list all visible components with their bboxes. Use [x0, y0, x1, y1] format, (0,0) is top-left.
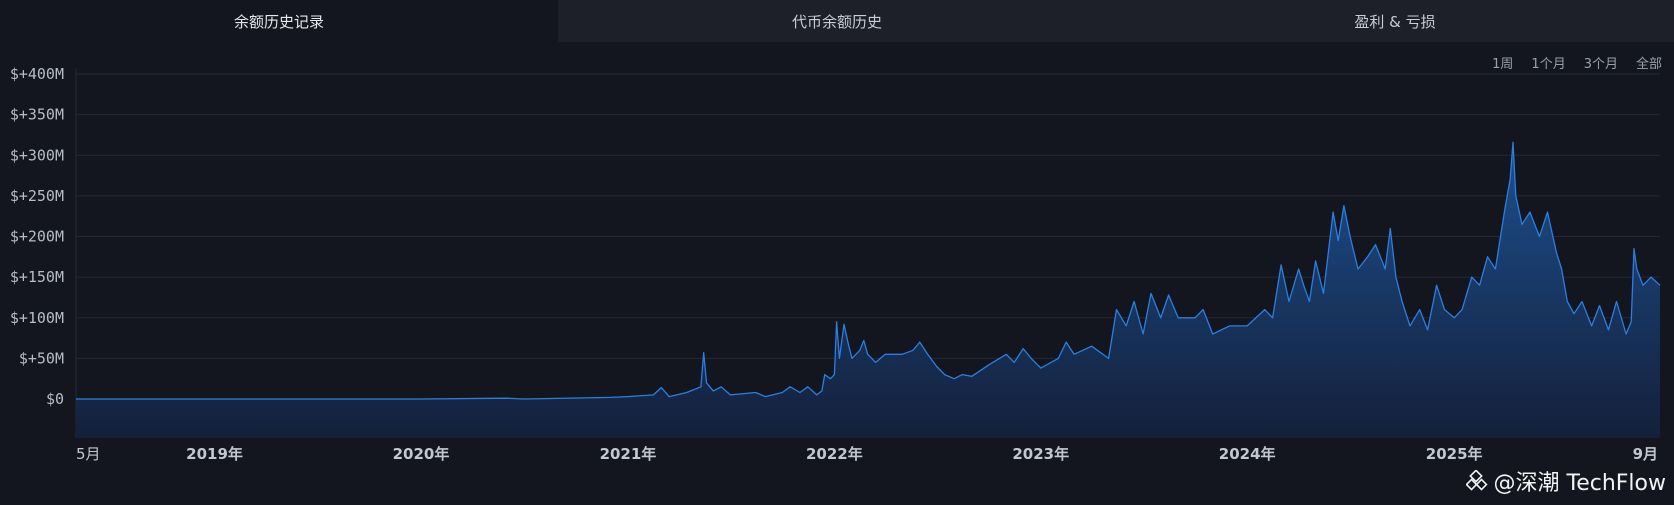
x-tick-label: 9月	[1633, 445, 1658, 463]
techflow-logo-icon	[1465, 470, 1488, 491]
y-tick-label: $+300M	[10, 146, 64, 164]
x-tick-label: 2020年	[393, 445, 450, 463]
balance-area	[76, 142, 1660, 439]
y-tick-label: $+350M	[10, 106, 64, 124]
y-tick-label: $+400M	[10, 65, 64, 83]
watermark-text: @深潮 TechFlow	[1493, 471, 1667, 496]
y-tick-label: $+200M	[10, 228, 64, 246]
y-tick-label: $+150M	[10, 268, 64, 286]
y-axis: $0 $+50M $+100M $+150M $+200M $+250M $+300M $+3…	[10, 65, 64, 408]
x-axis: 5月 2019年 2020年 2021年 2022年 2023年 2024年 2025年 9月	[76, 445, 1658, 463]
y-tick-label: $+50M	[19, 349, 64, 367]
x-tick-label: 2022年	[806, 445, 863, 463]
x-tick-label: 2023年	[1012, 445, 1069, 463]
y-tick-label: $0	[46, 390, 64, 408]
x-tick-label: 2024年	[1219, 445, 1276, 463]
series-balance	[76, 141, 1661, 439]
x-tick-label: 2019年	[186, 445, 243, 463]
y-tick-label: $+100M	[10, 309, 64, 327]
x-tick-label: 2025年	[1426, 445, 1483, 463]
x-tick-label: 5月	[76, 445, 101, 463]
watermark: @深潮 TechFlow	[1465, 465, 1667, 497]
x-tick-label: 2021年	[600, 445, 657, 463]
balance-history-chart: $0 $+50M $+100M $+150M $+200M $+250M $+300M $+3…	[10, 65, 1661, 463]
y-tick-label: $+250M	[10, 187, 64, 205]
